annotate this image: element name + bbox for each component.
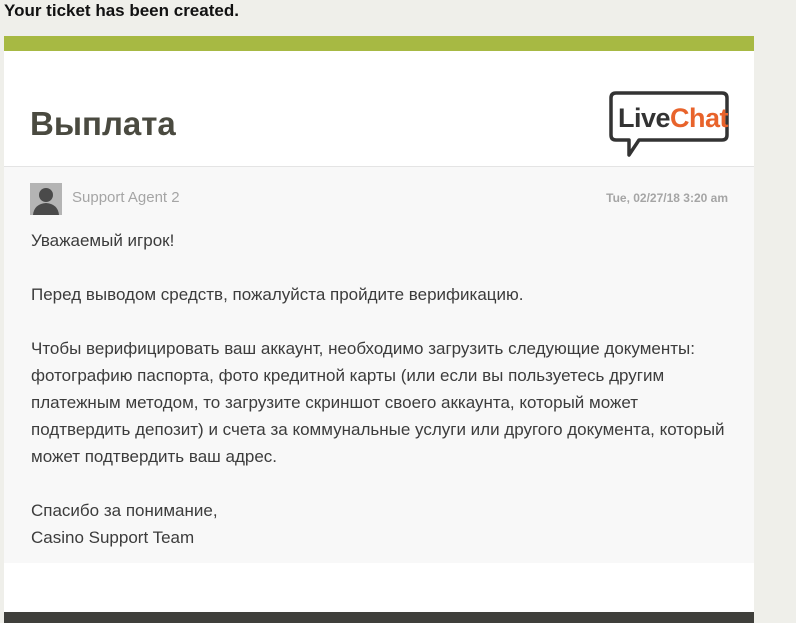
message-signature: Casino Support Team (31, 528, 195, 547)
ticket-title: Выплата (30, 105, 176, 142)
message-block: Support Agent 2 Tue, 02/27/18 3:20 am Ув… (4, 167, 754, 563)
message-paragraph-2: Чтобы верифицировать ваш аккаунт, необхо… (31, 339, 725, 466)
livechat-logo: LiveChat (609, 91, 729, 157)
footer-bar (4, 612, 754, 623)
message-timestamp: Tue, 02/27/18 3:20 am (606, 191, 728, 205)
message-greeting: Уважаемый игрок! (31, 231, 175, 250)
message-closing: Спасибо за понимание, Casino Support Tea… (31, 497, 731, 551)
agent-name: Support Agent 2 (72, 189, 180, 206)
logo-text-live: Live (618, 103, 671, 133)
ticket-header: Выплата LiveChat (4, 51, 754, 167)
accent-bar (4, 36, 754, 51)
ticket-created-notice: Your ticket has been created. (4, 1, 239, 20)
user-silhouette-icon (30, 183, 62, 215)
message-body: Уважаемый игрок! Перед выводом средств, … (31, 227, 731, 551)
message-paragraph-1: Перед выводом средств, пожалуйста пройди… (31, 285, 524, 304)
svg-text:LiveChat: LiveChat (618, 103, 729, 133)
message-closing-line: Спасибо за понимание, (31, 501, 218, 520)
agent-avatar (30, 183, 62, 215)
logo-text-chat: Chat (670, 103, 729, 133)
ticket-card: Выплата LiveChat Support Agent 2 Tue, 02… (4, 36, 754, 623)
